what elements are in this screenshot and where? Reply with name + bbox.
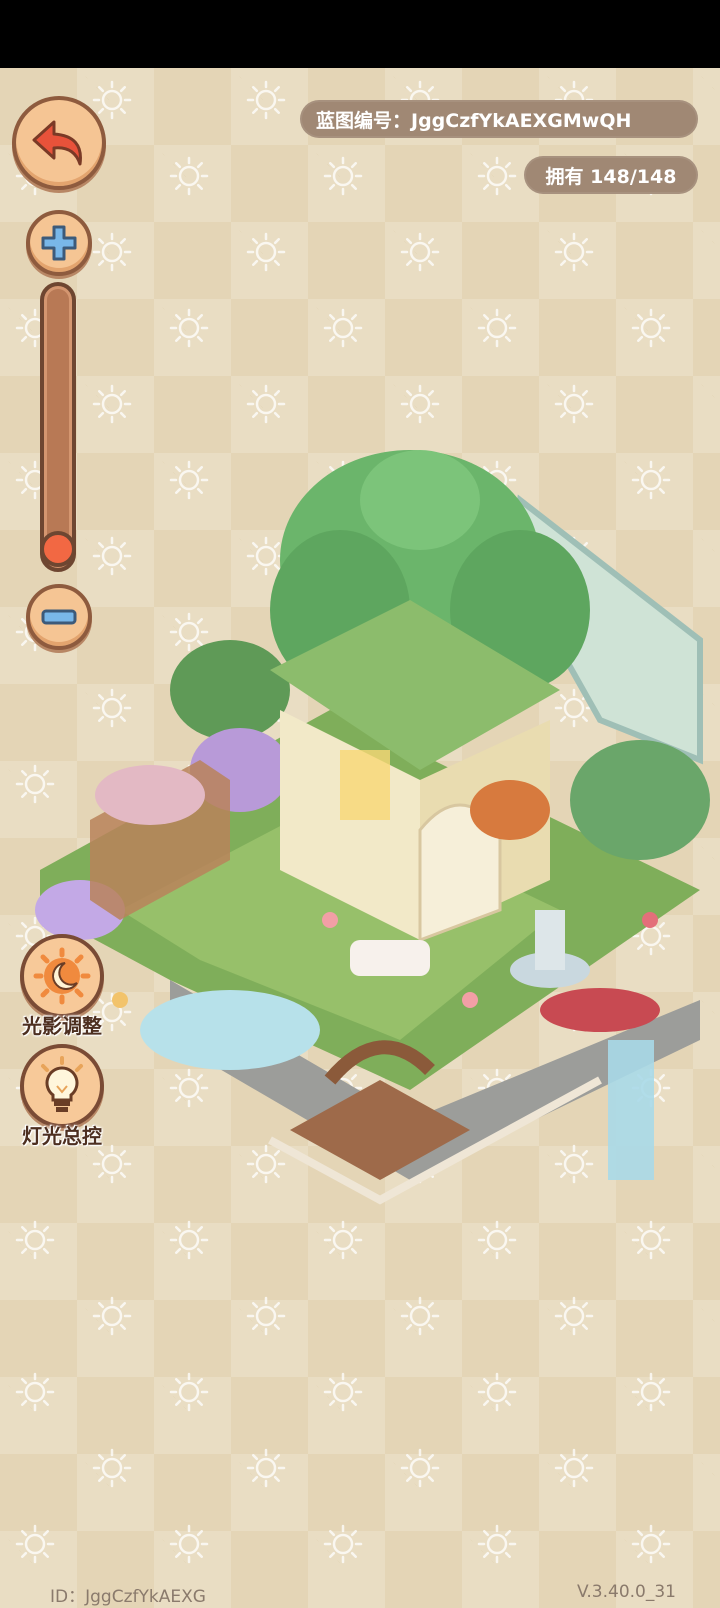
sun-pattern-icon: [631, 1524, 671, 1564]
back-arrow-icon: [32, 120, 82, 166]
sun-pattern-icon: [554, 384, 594, 424]
sun-pattern-icon: [246, 80, 286, 120]
zoom-slider-knob[interactable]: [40, 530, 76, 567]
sun-pattern-icon: [400, 384, 440, 424]
light-shadow-adjust-button[interactable]: [20, 934, 104, 1018]
sun-pattern-icon: [246, 384, 286, 424]
pond: [140, 990, 320, 1070]
sun-pattern-icon: [400, 1448, 440, 1488]
waterfall: [608, 1040, 654, 1180]
version-label: V.3.40.0_31: [576, 1582, 676, 1602]
sun-pattern-icon: [92, 232, 132, 272]
sun-pattern-icon: [246, 1448, 286, 1488]
bush-left: [170, 640, 290, 740]
sun-pattern-icon: [477, 156, 517, 196]
sun-pattern-icon: [15, 1524, 55, 1564]
bush-right: [570, 740, 710, 860]
light-master-control-label: 灯光总控: [22, 1124, 102, 1148]
light-shadow-adjust-label: 光影调整: [22, 1014, 102, 1038]
lightbulb-icon: [41, 1056, 83, 1112]
sun-pattern-icon: [92, 1448, 132, 1488]
sun-pattern-icon: [631, 1372, 671, 1412]
sun-pattern-icon: [169, 156, 209, 196]
rose-bed: [540, 988, 660, 1032]
sun-pattern-icon: [169, 308, 209, 348]
zoom-slider-track[interactable]: [40, 282, 76, 572]
sun-pattern-icon: [400, 232, 440, 272]
sun-pattern-icon: [554, 1448, 594, 1488]
sun-pattern-icon: [400, 1296, 440, 1336]
sun-pattern-icon: [15, 1372, 55, 1412]
sun-pattern-icon: [323, 308, 363, 348]
player-id-label: ID：JggCzfYkAEXG: [50, 1587, 206, 1607]
sun-pattern-icon: [169, 1524, 209, 1564]
sun-pattern-icon: [477, 1372, 517, 1412]
plus-icon: [41, 225, 77, 261]
sun-pattern-icon: [477, 1524, 517, 1564]
zoom-out-button[interactable]: [26, 584, 92, 650]
white-sofa: [350, 940, 430, 976]
sun-pattern-icon: [554, 1296, 594, 1336]
sun-pattern-icon: [246, 1296, 286, 1336]
back-button[interactable]: [12, 96, 106, 190]
sun-pattern-icon: [323, 156, 363, 196]
light-master-control-button[interactable]: [20, 1044, 104, 1128]
sun-pattern-icon: [92, 80, 132, 120]
sun-pattern-icon: [631, 308, 671, 348]
sun-pattern-icon: [323, 1524, 363, 1564]
sun-pattern-icon: [554, 232, 594, 272]
sun-pattern-icon: [92, 384, 132, 424]
owned-count-label: 拥有 148/148: [524, 156, 698, 194]
sun-pattern-icon: [477, 308, 517, 348]
minus-icon: [41, 609, 77, 625]
sun-pattern-icon: [323, 1372, 363, 1412]
status-bar: [0, 0, 720, 68]
sun-pattern-icon: [246, 232, 286, 272]
sun-pattern-icon: [92, 1296, 132, 1336]
sun-moon-icon: [33, 947, 91, 1005]
autumn-bush: [470, 780, 550, 840]
blueprint-code-label: 蓝图编号：JggCzfYkAEXGMwQH: [300, 100, 698, 138]
sun-pattern-icon: [169, 1372, 209, 1412]
zoom-in-button[interactable]: [26, 210, 92, 276]
